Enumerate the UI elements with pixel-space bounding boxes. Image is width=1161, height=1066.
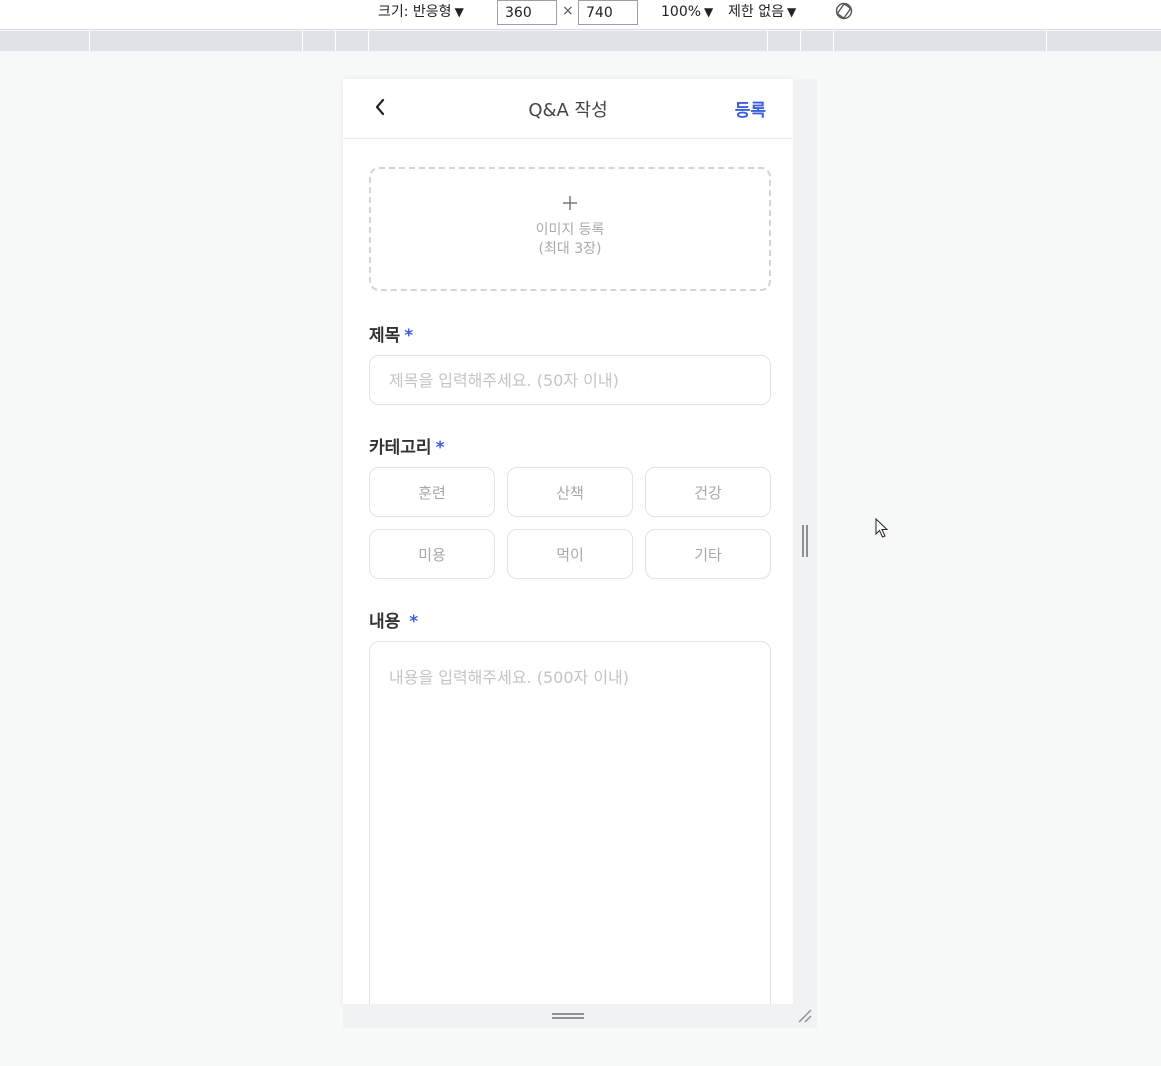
grip-icon: [802, 525, 808, 557]
app-header: Q&A 작성 등록: [343, 79, 793, 139]
ruler-tick: [800, 31, 801, 51]
ruler-tick: [1046, 31, 1047, 51]
title-label: 제목 *: [369, 321, 413, 346]
ruler-tick: [833, 31, 834, 51]
content-textarea[interactable]: [369, 641, 771, 1004]
category-button[interactable]: 기타: [645, 529, 771, 579]
submit-button[interactable]: 등록: [735, 96, 766, 121]
rotate-icon[interactable]: [835, 2, 853, 20]
image-upload-label: 이미지 등록: [535, 222, 605, 238]
caret-down-icon: ▼: [454, 5, 464, 19]
ruler-tick: [302, 31, 303, 51]
throttle-dropdown-label: 제한 없음: [728, 4, 784, 20]
title-input[interactable]: [369, 355, 771, 405]
device-viewport: Q&A 작성 등록 이미지 등록 (최대 3장) 제목* 카테고리* 훈련 산책…: [343, 79, 793, 1004]
required-mark: *: [409, 612, 419, 632]
media-query-ruler[interactable]: [0, 31, 1161, 51]
content-label: 내용 *: [369, 607, 418, 632]
size-dropdown-label: 크기: 반응형: [378, 4, 452, 20]
caret-down-icon: ▼: [786, 5, 797, 19]
plus-icon: [563, 196, 577, 210]
page-title: Q&A 작성: [528, 100, 608, 121]
category-label: 카테고리 *: [369, 433, 444, 458]
ruler-tick: [89, 31, 90, 51]
zoom-dropdown-label: 100%: [661, 4, 702, 20]
mouse-pointer-icon: [875, 518, 889, 538]
category-button[interactable]: 건강: [645, 467, 771, 517]
corner-resize-icon[interactable]: [797, 1008, 813, 1024]
content-label-text: 내용: [369, 612, 401, 632]
category-button[interactable]: 먹이: [507, 529, 633, 579]
category-label-text: 카테고리: [369, 438, 432, 458]
ruler-tick: [368, 31, 369, 51]
dimension-separator: ×: [562, 3, 574, 19]
grip-icon: [552, 1013, 584, 1019]
title-label-text: 제목: [369, 326, 401, 346]
throttle-dropdown[interactable]: 제한 없음 ▼: [728, 1, 796, 23]
size-dropdown[interactable]: 크기: 반응형 ▼: [378, 1, 464, 23]
category-button[interactable]: 미용: [369, 529, 495, 579]
image-upload-button[interactable]: 이미지 등록 (최대 3장): [369, 167, 771, 291]
viewport-width-input[interactable]: [497, 0, 557, 25]
ruler-tick: [335, 31, 336, 51]
required-mark: *: [404, 326, 414, 346]
bottom-resize-handle[interactable]: [343, 1004, 817, 1028]
zoom-dropdown[interactable]: 100% ▼: [661, 1, 713, 23]
caret-down-icon: ▼: [704, 5, 714, 19]
right-resize-handle[interactable]: [793, 79, 817, 1004]
category-button[interactable]: 훈련: [369, 467, 495, 517]
ruler-tick: [767, 31, 768, 51]
image-upload-limit: (최대 3장): [538, 241, 602, 257]
viewport-height-input[interactable]: [578, 0, 638, 25]
device-toolbar: 크기: 반응형▼ × 100%▼ 제한 없음▼: [0, 0, 1161, 30]
required-mark: *: [435, 438, 445, 458]
category-button[interactable]: 산책: [507, 467, 633, 517]
